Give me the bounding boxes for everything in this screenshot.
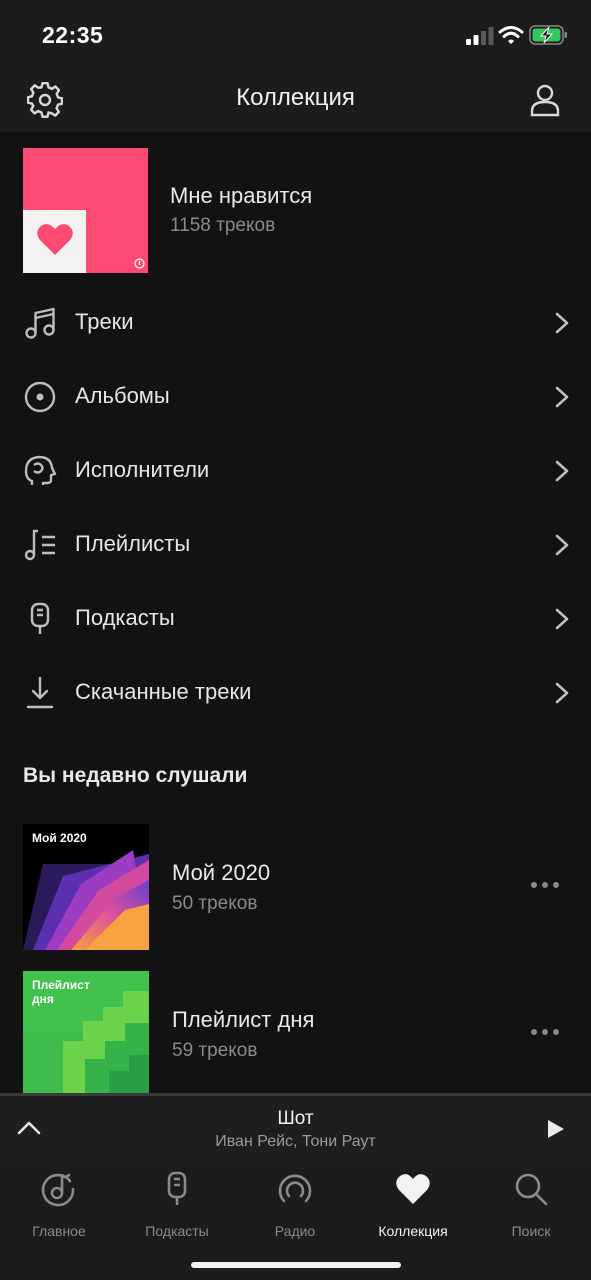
home-note-icon: [41, 1173, 75, 1207]
more-options-icon[interactable]: [530, 1027, 560, 1037]
recent-title: Плейлист дня: [172, 1007, 315, 1032]
more-options-icon[interactable]: [530, 880, 560, 890]
menu-item-albums[interactable]: Альбомы: [0, 364, 591, 438]
menu-label: Скачанные треки: [75, 679, 252, 704]
tab-label: Коллекция: [378, 1223, 448, 1239]
download-icon: [26, 676, 54, 709]
tab-collection[interactable]: Коллекция: [354, 1171, 472, 1241]
chevron-right-icon: [555, 312, 569, 334]
tab-label: Подкасты: [145, 1223, 209, 1239]
battery-charging-icon: [529, 25, 567, 45]
wifi-icon: [498, 26, 524, 44]
playlist-of-day-cover: Плейлист дня: [23, 971, 149, 1093]
header: Коллекция: [0, 70, 591, 132]
liked-tracks-row[interactable]: Мне нравится 1158 треков: [23, 148, 583, 273]
tab-label: Радио: [274, 1223, 316, 1239]
chevron-right-icon: [555, 682, 569, 704]
chevron-right-icon: [555, 534, 569, 556]
recent-title: Мой 2020: [172, 860, 271, 885]
recent-item-my-2020[interactable]: Мой 2020 Мой 2020 50 треков: [23, 824, 583, 950]
menu-item-downloads[interactable]: Скачанные треки: [0, 660, 591, 734]
playlist-icon: [24, 529, 55, 561]
microphone-icon: [167, 1171, 187, 1205]
player-track-title: Шот: [277, 1108, 314, 1129]
search-icon: [515, 1173, 548, 1206]
user-icon[interactable]: [526, 82, 564, 118]
microphone-icon: [30, 602, 50, 634]
menu-item-podcasts[interactable]: Подкасты: [0, 586, 591, 660]
liked-title: Мне нравится: [170, 183, 313, 208]
menu-label: Плейлисты: [75, 531, 191, 556]
tab-radio[interactable]: Радио: [236, 1171, 354, 1241]
chevron-right-icon: [555, 460, 569, 482]
status-time: 22:35: [42, 22, 104, 48]
heart-icon: [37, 224, 73, 255]
play-icon[interactable]: [546, 1118, 566, 1140]
menu-item-tracks[interactable]: Треки: [0, 290, 591, 364]
menu-label: Подкасты: [75, 605, 175, 630]
recent-subtitle: 59 треков: [172, 1040, 258, 1061]
tab-podcasts[interactable]: Подкасты: [118, 1171, 236, 1241]
recent-subtitle: 50 треков: [172, 893, 258, 914]
cover-text: Мой 2020: [32, 831, 87, 845]
recent-item-playlist-of-day[interactable]: Плейлист дня Плейлист дня 59 треков: [23, 971, 583, 1093]
tab-label: Главное: [32, 1223, 86, 1239]
mini-player[interactable]: Шот Иван Рейс, Тони Раут: [0, 1093, 591, 1161]
status-bar: 22:35: [0, 0, 591, 70]
yandex-music-badge-icon: [134, 258, 145, 269]
menu-item-playlists[interactable]: Плейлисты: [0, 512, 591, 586]
artist-icon: [24, 455, 57, 485]
liked-subtitle: 1158 треков: [170, 215, 276, 236]
tab-search[interactable]: Поиск: [472, 1171, 590, 1241]
page-title: Коллекция: [236, 84, 355, 111]
player-track-artist: Иван Рейс, Тони Раут: [215, 1133, 376, 1150]
menu-label: Альбомы: [75, 383, 170, 408]
chevron-right-icon: [555, 608, 569, 630]
tab-label: Поиск: [511, 1223, 551, 1239]
radio-icon: [278, 1174, 312, 1203]
recent-section-title: Вы недавно слушали: [23, 764, 248, 787]
music-note-icon: [25, 307, 55, 339]
chevron-right-icon: [555, 386, 569, 408]
heart-icon: [396, 1174, 430, 1204]
menu-label: Исполнители: [75, 457, 210, 482]
disc-icon: [24, 381, 56, 413]
cover-text: Плейлист дня: [32, 978, 90, 1006]
home-indicator: [191, 1262, 401, 1268]
cellular-signal-icon: [466, 27, 494, 45]
my-2020-cover: Мой 2020: [23, 824, 149, 950]
liked-cover: [23, 148, 148, 273]
menu-label: Треки: [75, 309, 134, 334]
menu-item-artists[interactable]: Исполнители: [0, 438, 591, 512]
tab-home[interactable]: Главное: [0, 1171, 118, 1241]
